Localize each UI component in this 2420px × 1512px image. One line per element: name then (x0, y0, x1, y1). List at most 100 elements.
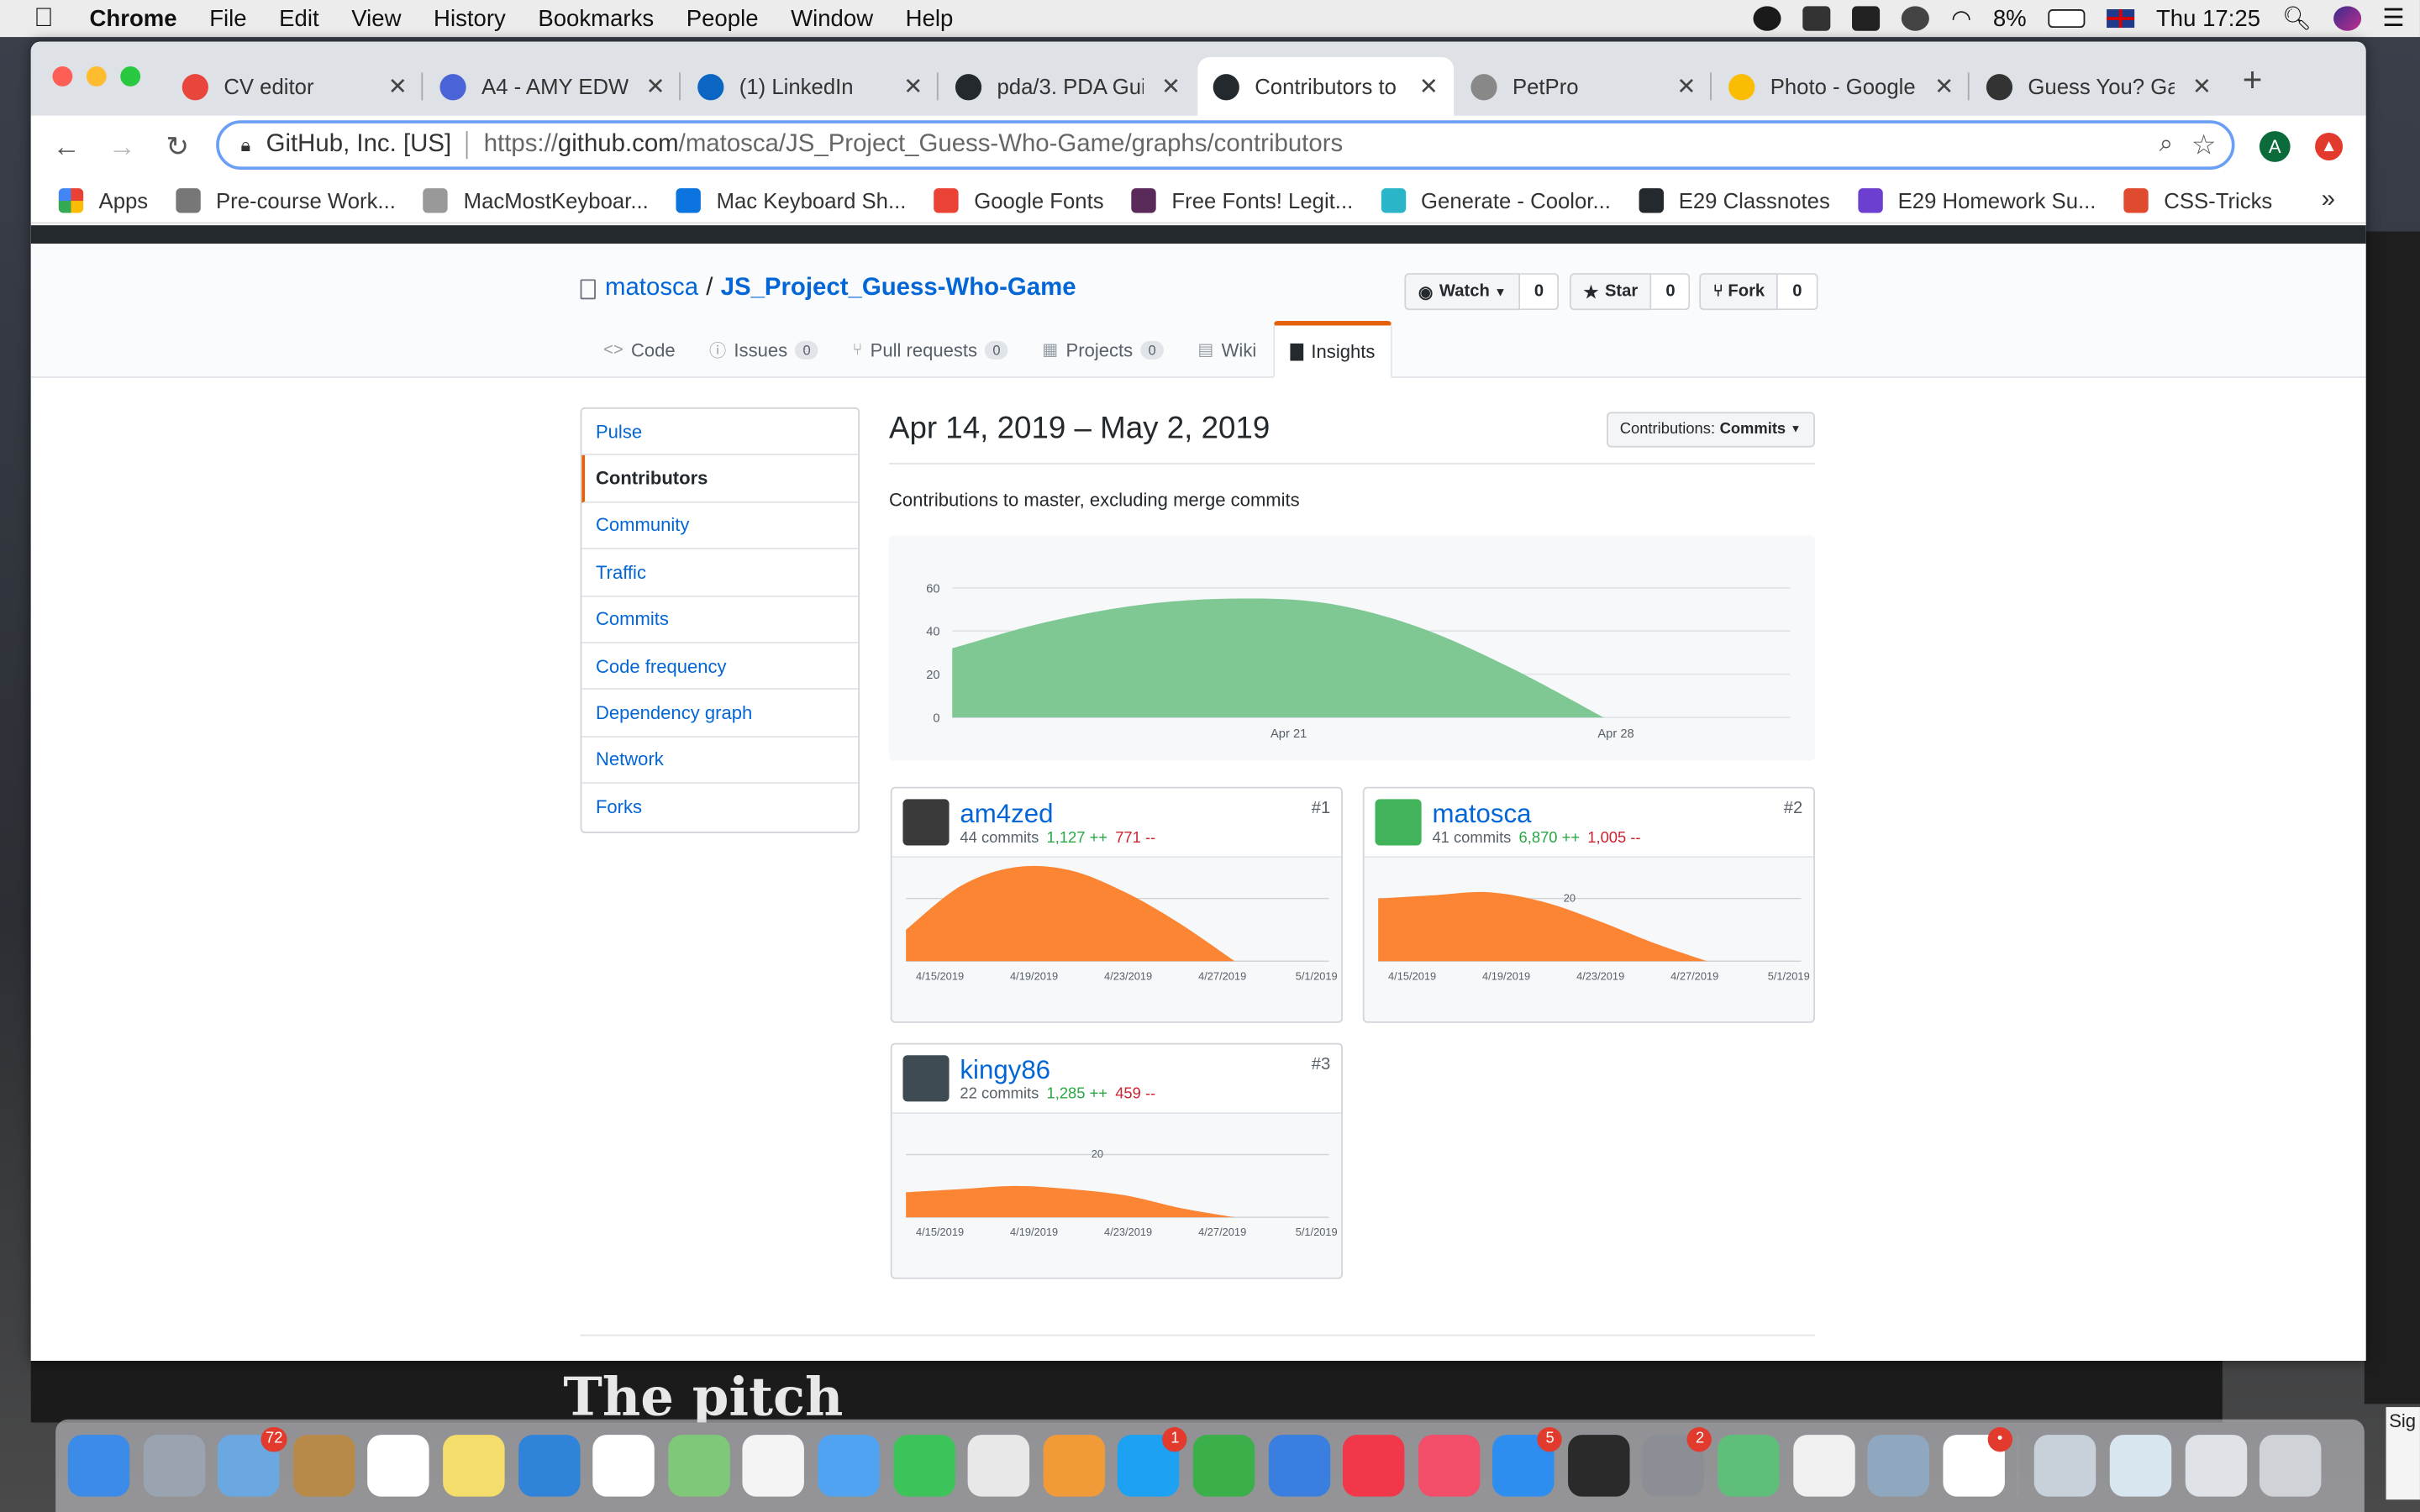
forward-arrow-icon[interactable]: → (102, 130, 142, 163)
avatar[interactable] (902, 1055, 950, 1102)
dock-reminders-icon[interactable] (592, 1435, 655, 1497)
dock-trash-icon[interactable] (2260, 1435, 2322, 1497)
bookmark-item[interactable]: Generate - Coolor... (1381, 187, 1611, 213)
site-identity[interactable]: GitHub, Inc. [US] (266, 131, 451, 159)
back-arrow-icon[interactable]: ← (46, 130, 87, 163)
dock-textedit-icon[interactable] (1792, 1435, 1855, 1497)
insights-menu-item[interactable]: Commits (581, 596, 859, 643)
tab-issues[interactable]: ⓘ Issues 0 (692, 321, 835, 378)
battery-icon[interactable] (2048, 9, 2086, 29)
insights-menu-item[interactable]: Contributors (581, 455, 859, 503)
dock-calendar-icon[interactable] (367, 1435, 430, 1497)
profile-avatar[interactable]: A (2259, 131, 2291, 162)
fork-button[interactable]: ⑂ Fork (1699, 273, 1779, 311)
browser-tab[interactable]: Contributors to ✕ (1197, 56, 1455, 116)
url-text[interactable]: https://github.com/matosca/JS_Project_Gu… (484, 131, 1343, 159)
menu-help[interactable]: Help (906, 5, 954, 31)
bookmark-star-icon[interactable]: ☆ (2191, 129, 2217, 161)
dock-keynote-icon[interactable] (1267, 1435, 1330, 1497)
bookmark-item[interactable]: Apps (58, 187, 148, 213)
menu-view[interactable]: View (351, 5, 401, 31)
tab-wiki[interactable]: ▤ Wiki (1181, 321, 1273, 378)
star-button[interactable]: ★ Star (1569, 273, 1652, 311)
bookmark-item[interactable]: Pre-course Work... (176, 187, 396, 213)
insights-menu-item[interactable]: Pulse (581, 409, 859, 456)
tab-close-icon[interactable]: ✕ (1161, 72, 1181, 100)
browser-tab[interactable]: CV editor ✕ (166, 57, 424, 116)
bookmark-item[interactable]: Free Fonts! Legit... (1131, 187, 1353, 213)
dock-numbers-icon[interactable] (1192, 1435, 1255, 1497)
bookmarks-overflow-icon[interactable]: » (2322, 186, 2335, 213)
dock-music-icon[interactable] (1418, 1435, 1480, 1497)
dock-system-preferences-icon[interactable]: 2 (1643, 1426, 1712, 1497)
dock-maps-icon[interactable] (667, 1435, 730, 1497)
menu-edit[interactable]: Edit (279, 5, 318, 31)
dock-mail-icon[interactable]: 72 (218, 1426, 287, 1497)
dock-folder-1-icon[interactable] (2034, 1435, 2097, 1497)
menu-window[interactable]: Window (791, 5, 873, 31)
tab-close-icon[interactable]: ✕ (646, 72, 666, 100)
tab-insights[interactable]: ▇ Insights (1273, 321, 1392, 378)
insights-menu-item[interactable]: Forks (581, 784, 858, 831)
star-count[interactable]: 0 (1651, 273, 1691, 311)
browser-tab[interactable]: pda/3. PDA Guid ✕ (940, 57, 1197, 116)
dock-preview-icon[interactable] (1867, 1435, 1930, 1497)
insights-menu-item[interactable]: Network (581, 737, 859, 785)
dock-skype-icon[interactable]: 1 (1118, 1426, 1187, 1497)
dock-chrome-icon[interactable] (967, 1435, 1030, 1497)
watch-count[interactable]: 0 (1520, 273, 1560, 311)
notification-center-icon[interactable]: ☰ (2382, 3, 2404, 34)
input-source-flag-icon[interactable] (2107, 9, 2135, 29)
dock-atom-icon[interactable] (1718, 1435, 1780, 1497)
bookmark-item[interactable]: Google Fonts (934, 187, 1104, 213)
browser-tab[interactable]: PetPro ✕ (1455, 57, 1712, 116)
repo-owner-link[interactable]: matosca (605, 275, 698, 302)
extension-icon[interactable]: ▲ (2315, 132, 2344, 161)
avatar[interactable] (1375, 799, 1422, 846)
bookmark-item[interactable]: Mac Keyboard Sh... (676, 187, 906, 213)
bookmark-item[interactable]: E29 Classnotes (1638, 187, 1830, 213)
commit-count-link[interactable]: 22 commits (960, 1086, 1039, 1103)
skype-status-icon[interactable] (1753, 6, 1782, 31)
wifi-icon[interactable]: ◠ (1951, 5, 1971, 32)
tab-close-icon[interactable]: ✕ (2192, 72, 2212, 100)
insights-menu-item[interactable]: Dependency graph (581, 690, 859, 738)
browser-tab[interactable]: Photo - Google ✕ (1713, 57, 1970, 116)
lock-icon[interactable]: 🔒︎ (241, 134, 251, 157)
bookmark-item[interactable]: MacMostKeyboar... (423, 187, 649, 213)
tab-close-icon[interactable]: ✕ (1934, 72, 1954, 100)
bookmark-item[interactable]: CSS-Tricks (2123, 187, 2272, 213)
browser-tab[interactable]: Guess You? Gar ✕ (1970, 57, 2227, 116)
battery-percent[interactable]: 8% (1993, 5, 2027, 31)
reload-icon[interactable]: ↻ (157, 130, 197, 163)
apple-menu-icon[interactable]:  (34, 4, 61, 33)
tab-code[interactable]: <> Code (587, 321, 692, 378)
close-window-button[interactable] (52, 66, 73, 87)
spotlight-search-icon[interactable]: 🔍︎ (2282, 5, 2312, 32)
zoom-window-button[interactable] (120, 66, 141, 87)
dock-pages-icon[interactable] (1043, 1435, 1105, 1497)
dock-finder-icon[interactable] (67, 1435, 130, 1497)
menu-history[interactable]: History (434, 5, 506, 31)
dock-news-icon[interactable] (1343, 1435, 1405, 1497)
tab-close-icon[interactable]: ✕ (903, 72, 923, 100)
commit-count-link[interactable]: 41 commits (1432, 830, 1511, 847)
dropbox-icon[interactable] (1802, 6, 1831, 31)
dock-terminal-icon[interactable] (1567, 1435, 1630, 1497)
contributor-name-link[interactable]: kingy86 (960, 1055, 1050, 1086)
contributor-name-link[interactable]: matosca (1432, 799, 1531, 830)
repo-name-link[interactable]: JS_Project_Guess-Who-Game (721, 275, 1076, 302)
tab-projects[interactable]: ▦ Projects 0 (1025, 321, 1181, 378)
commit-count-link[interactable]: 44 commits (960, 830, 1039, 847)
menu-file[interactable]: File (209, 5, 246, 31)
dock-messages-icon[interactable] (818, 1435, 880, 1497)
insights-menu-item[interactable]: Code frequency (581, 643, 859, 690)
contributions-select[interactable]: Contributions: Commits ▼ (1606, 412, 1815, 448)
menu-bookmarks[interactable]: Bookmarks (538, 5, 654, 31)
menu-app-name[interactable]: Chrome (90, 5, 177, 31)
mailspring-icon[interactable] (1852, 6, 1881, 31)
insights-menu-item[interactable]: Traffic (581, 549, 859, 596)
dock-folder-3-icon[interactable] (2185, 1435, 2247, 1497)
address-bar[interactable]: 🔒︎ GitHub, Inc. [US] https://github.com/… (216, 120, 2235, 171)
browser-tab[interactable]: (1) LinkedIn ✕ (682, 57, 939, 116)
